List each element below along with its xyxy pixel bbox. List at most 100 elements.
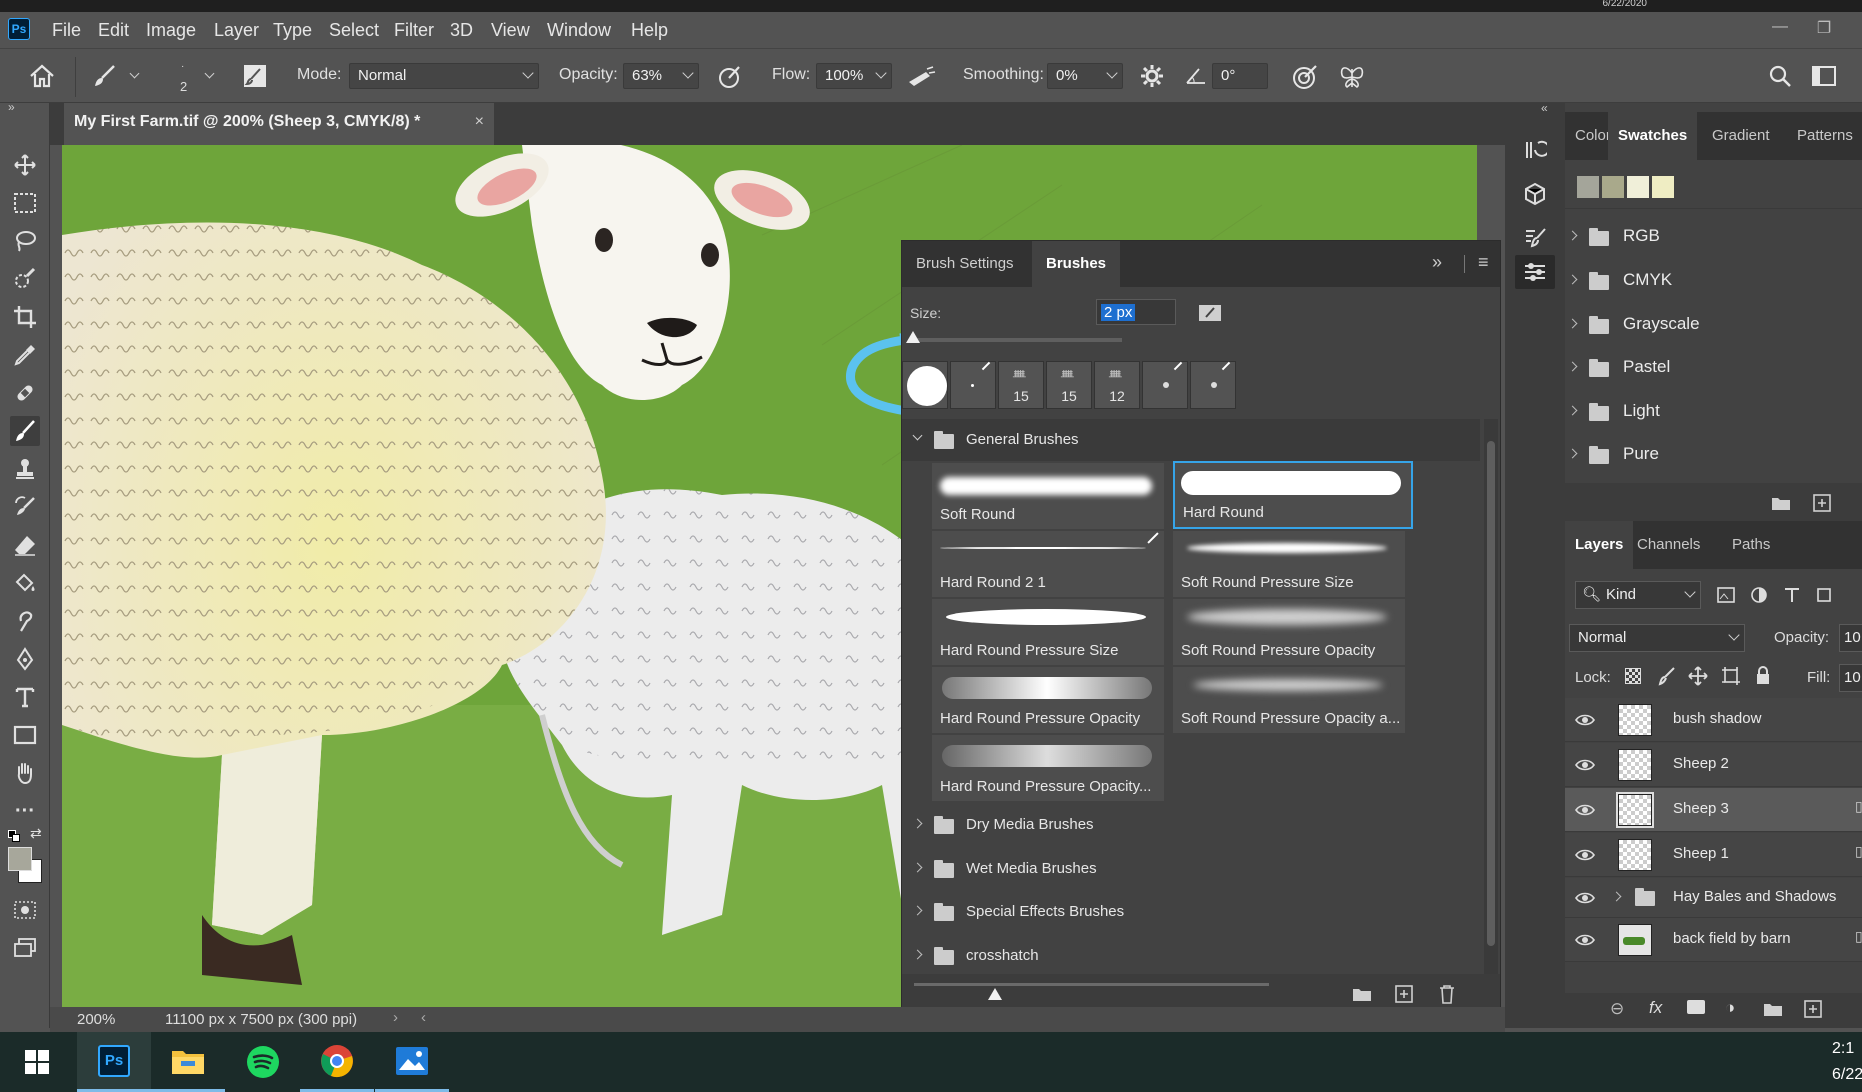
home-icon[interactable]	[28, 63, 56, 89]
rectangle-tool-icon[interactable]	[10, 720, 40, 750]
tab-channels[interactable]: Channels	[1627, 521, 1710, 569]
eraser-tool-icon[interactable]	[10, 530, 40, 560]
brush-hard-round-pressure-opacity-b[interactable]: Hard Round Pressure Opacity...	[932, 735, 1164, 801]
smudge-tool-icon[interactable]	[10, 606, 40, 636]
new-group-folder-icon[interactable]	[1352, 986, 1372, 1002]
thumbnail-size-slider[interactable]	[914, 983, 1269, 986]
adjustment-layer-icon[interactable]: ◑	[1725, 998, 1735, 1018]
new-group-icon[interactable]	[1763, 1001, 1783, 1020]
menu-window[interactable]: Window	[547, 20, 611, 41]
dry-media-brushes-group[interactable]: Dry Media Brushes	[910, 806, 1485, 846]
new-brush-icon[interactable]	[1394, 984, 1414, 1004]
clone-stamp-tool-icon[interactable]	[10, 454, 40, 484]
eye-icon[interactable]	[1575, 755, 1595, 775]
panel-menu-icon[interactable]: ≡	[1478, 252, 1489, 273]
scrollbar-thumb[interactable]	[1487, 441, 1495, 946]
zoom-level[interactable]: 200%	[77, 1011, 115, 1028]
menu-filter[interactable]: Filter	[394, 20, 434, 41]
brush-hard-round[interactable]: Hard Round	[1173, 461, 1413, 529]
lasso-tool-icon[interactable]	[10, 226, 40, 256]
taskbar-clock[interactable]: 2:1	[1832, 1040, 1854, 1058]
thumbnail-size-handle[interactable]	[988, 988, 1002, 1000]
brush-hard-round-pressure-size[interactable]: Hard Round Pressure Size	[932, 599, 1164, 665]
brush-tool-icon[interactable]	[92, 63, 118, 89]
swatch-group-pastel[interactable]: Pastel	[1565, 350, 1862, 386]
taskbar-file-explorer[interactable]	[151, 1032, 225, 1092]
windows-start-icon[interactable]	[0, 1032, 74, 1092]
size-slider[interactable]	[912, 338, 1122, 342]
swatch-group-grayscale[interactable]: Grayscale	[1565, 307, 1862, 343]
new-preset-icon[interactable]	[1198, 303, 1222, 323]
crop-tool-icon[interactable]	[10, 302, 40, 332]
brush-size-picker[interactable]: · 2	[160, 57, 220, 99]
gear-icon[interactable]	[1139, 63, 1165, 89]
lock-position-icon[interactable]	[1688, 666, 1708, 686]
tab-gradient[interactable]: Gradient	[1702, 112, 1780, 160]
taskbar-spotify[interactable]	[226, 1032, 300, 1092]
lock-transparency-icon[interactable]	[1625, 668, 1641, 684]
tab-paths[interactable]: Paths	[1722, 521, 1780, 569]
brushes-scrollbar[interactable]	[1484, 419, 1498, 974]
swatch-2[interactable]	[1602, 176, 1624, 198]
layer-row-sheep-2[interactable]: Sheep 2	[1565, 743, 1862, 787]
brush-hard-round-pressure-opacity[interactable]: Hard Round Pressure Opacity	[932, 667, 1164, 733]
crosshatch-brushes-group[interactable]: crosshatch	[910, 937, 1485, 977]
brush-soft-round[interactable]: Soft Round	[932, 463, 1164, 529]
trash-icon[interactable]	[1438, 984, 1456, 1004]
lock-artboard-icon[interactable]	[1721, 666, 1741, 686]
tab-brushes[interactable]: Brushes	[1032, 241, 1121, 287]
recent-brush-15a[interactable]: ᚙ 15	[998, 361, 1044, 409]
mode-dropdown[interactable]: Normal	[349, 63, 539, 89]
layer-opacity-field[interactable]: 10	[1839, 624, 1862, 652]
move-tool-icon[interactable]	[10, 150, 40, 180]
swatch-1[interactable]	[1577, 176, 1599, 198]
menu-view[interactable]: View	[491, 20, 530, 41]
more-tools-icon[interactable]: ···	[10, 796, 40, 826]
brush-soft-round-pressure-opacity[interactable]: Soft Round Pressure Opacity	[1173, 599, 1405, 665]
marquee-tool-icon[interactable]	[10, 188, 40, 218]
status-chevron-right-icon[interactable]: ›	[393, 1009, 398, 1026]
opacity-field[interactable]: 63%	[623, 63, 699, 89]
brush-soft-round-pressure-opacity-a[interactable]: Soft Round Pressure Opacity a...	[1173, 667, 1405, 733]
eye-icon[interactable]	[1575, 888, 1595, 908]
menu-layer[interactable]: Layer	[214, 20, 259, 41]
layer-effects-icon[interactable]: fx	[1649, 998, 1662, 1018]
minimize-button[interactable]: —	[1766, 18, 1794, 38]
close-document-icon[interactable]: ×	[475, 113, 484, 131]
history-brush-tool-icon[interactable]	[10, 492, 40, 522]
tab-brush-settings[interactable]: Brush Settings	[902, 241, 1028, 287]
recent-brush-small[interactable]	[950, 361, 996, 409]
special-effects-brushes-group[interactable]: Special Effects Brushes	[910, 893, 1485, 933]
menu-file[interactable]: File	[52, 20, 81, 41]
paint-bucket-tool-icon[interactable]	[10, 568, 40, 598]
swatch-3[interactable]	[1627, 176, 1649, 198]
layer-row-sheep-1[interactable]: Sheep 1 ▯	[1565, 833, 1862, 877]
tab-patterns[interactable]: Patterns	[1787, 112, 1862, 160]
brush-soft-round-pressure-size[interactable]: Soft Round Pressure Size	[1173, 531, 1405, 597]
taskbar-chrome[interactable]	[300, 1032, 374, 1092]
pressure-size-icon[interactable]	[1291, 63, 1319, 91]
new-layer-icon[interactable]	[1803, 999, 1823, 1022]
taskbar-photos[interactable]	[375, 1032, 449, 1092]
pressure-opacity-icon[interactable]	[717, 64, 743, 90]
swatch-group-cmyk[interactable]: CMYK	[1565, 263, 1862, 299]
brushes-panel-icon[interactable]	[1515, 221, 1555, 255]
swap-colors-icon[interactable]: ⇄	[30, 825, 42, 842]
properties-panel-icon[interactable]	[1515, 255, 1555, 289]
filter-kind-dropdown[interactable]: 🔍︎ Kind	[1575, 581, 1701, 609]
swatch-group-pure[interactable]: Pure	[1565, 437, 1862, 473]
recent-brush-dot-b[interactable]	[1190, 361, 1236, 409]
layer-row-back-field[interactable]: back field by barn ▯	[1565, 918, 1862, 962]
filter-pixel-icon[interactable]	[1717, 587, 1735, 603]
filter-shape-icon[interactable]	[1815, 586, 1833, 604]
eye-icon[interactable]	[1575, 710, 1595, 730]
menu-help[interactable]: Help	[631, 20, 668, 41]
add-mask-icon[interactable]	[1687, 1000, 1705, 1014]
swatch-group-light[interactable]: Light	[1565, 394, 1862, 430]
brush-tool-icon[interactable]	[10, 416, 40, 446]
healing-brush-tool-icon[interactable]	[10, 378, 40, 408]
brush-settings-toggle-icon[interactable]	[243, 64, 267, 88]
link-layers-icon[interactable]: ⊖	[1610, 999, 1624, 1019]
flow-field[interactable]: 100%	[816, 63, 892, 89]
search-icon[interactable]	[1768, 64, 1792, 88]
